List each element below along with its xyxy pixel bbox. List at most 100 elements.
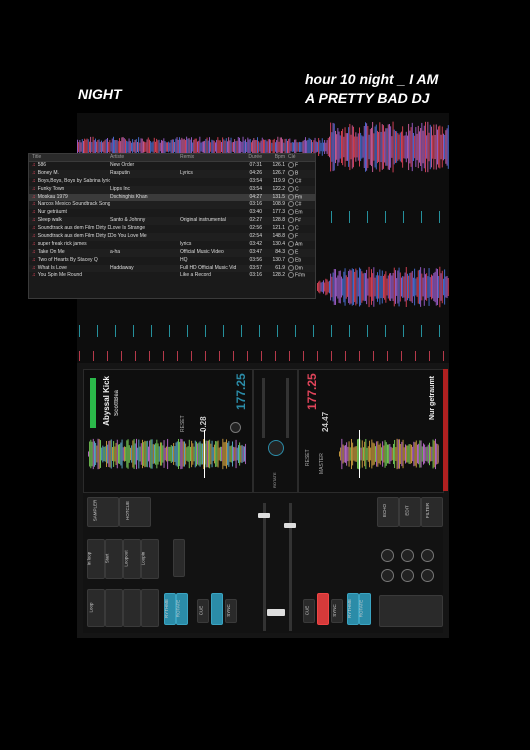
deck-left-waveform[interactable]	[88, 436, 246, 472]
deck-waveform-bar	[205, 440, 207, 468]
deck-waveform-bar	[109, 440, 111, 468]
track-row[interactable]: ♫Soundtrack aus dem Film Dirty DancingLo…	[29, 225, 315, 233]
waveform-bar	[318, 138, 320, 156]
waveform-bar	[337, 275, 339, 299]
loopin-pad[interactable]: Loopin	[140, 539, 159, 579]
fx-knob-3[interactable]	[421, 549, 434, 562]
waveform-bar	[411, 122, 413, 172]
deck-right-reset[interactable]: RESET	[305, 449, 311, 466]
deck-waveform-bar	[112, 447, 113, 461]
deck-waveform-bar	[145, 441, 147, 467]
track-row[interactable]: ♫ Take On Me a-ha Official Music Video 03:47…	[29, 248, 315, 257]
waveform-bar	[271, 142, 273, 152]
rythme-button-right[interactable]: RYTHME	[347, 593, 359, 625]
in-loop-pad[interactable]: In loop	[86, 539, 105, 579]
track-row[interactable]: ♫ super freak rick james lyrics 03:42 130.4 A…	[29, 240, 315, 249]
col-duration[interactable]: Durée	[236, 154, 265, 161]
deck-waveform-bar	[118, 444, 119, 464]
loopout-pad[interactable]: Loopout	[123, 539, 141, 579]
track-row[interactable]: ♫ Funky Town Lipps Inc 03:54 122.2 C	[29, 185, 315, 194]
deck-left-reset[interactable]: RESET	[180, 415, 186, 432]
deck-waveform-bar	[360, 447, 362, 461]
hotcue-button[interactable]: HOTCUE	[119, 497, 151, 527]
track-row[interactable]: ♫ Moskau 1979 Dschinghis Khan 04:27 131.5 Fm	[29, 193, 315, 202]
play-button-right[interactable]	[317, 593, 329, 625]
track-row[interactable]: ♫ 586 New Order 07:31 126.1 F	[29, 162, 315, 170]
col-title[interactable]: Title	[29, 154, 110, 161]
track-row[interactable]: ♫ Boney M. Rasputin Lyrics 04:26 126.7 B	[29, 169, 315, 178]
waveform-bar	[229, 140, 231, 154]
waveform-bar	[164, 141, 166, 153]
deck-right-waveform[interactable]	[339, 436, 439, 472]
fx-knob-5[interactable]	[401, 569, 414, 582]
deck-left[interactable]: Abyssal Kick ScottBea 177.25 0.28 RESET	[83, 369, 253, 493]
track-row[interactable]: ♫Soundtrack aus dem Film Dirty DancingDo…	[29, 233, 315, 241]
deck-right-master[interactable]: MASTER	[319, 453, 325, 474]
deck-waveform-bar	[143, 442, 145, 466]
track-browser[interactable]: Title Artiste Remix Durée Bpm Clé ♫ 586 Ne…	[28, 153, 316, 299]
loop-pad[interactable]: Loop	[87, 589, 105, 627]
waveform-bar	[275, 142, 276, 152]
track-row[interactable]: ♫ What Is Love Haddaway Full HD Official Mu…	[29, 264, 315, 273]
crossfader-knob[interactable]	[268, 440, 284, 456]
fx-knob-4[interactable]	[381, 569, 394, 582]
rythme-button-left[interactable]: RYTHME	[164, 593, 176, 625]
filter-button[interactable]: FILTER	[421, 497, 443, 527]
rotate-button-left[interactable]: ROTATE	[175, 593, 188, 625]
deck-right-bpm: 177.25	[305, 373, 319, 410]
crossfader[interactable]	[267, 609, 285, 616]
sampler-button[interactable]: SAMPLER	[87, 497, 119, 527]
fader-b[interactable]	[284, 523, 296, 528]
sync-button-right[interactable]: SYNC	[331, 599, 343, 623]
fx-knob-6[interactable]	[421, 569, 434, 582]
deck-waveform-bar	[116, 439, 118, 469]
waveform-bar	[401, 277, 402, 297]
deck-left-jog-knob[interactable]	[230, 422, 241, 433]
col-bpm[interactable]: Bpm	[265, 154, 288, 161]
echo-button[interactable]: ECHO	[377, 497, 399, 527]
deck-waveform-bar	[340, 447, 342, 461]
track-row[interactable]: ♫ You Spin Me Round Like a Record 03:16 128.…	[29, 272, 315, 280]
col-artist[interactable]: Artiste	[110, 154, 180, 161]
track-row[interactable]: ♫Narcos Mexico Soundtrack Song #14 Pr 03:…	[29, 201, 315, 210]
play-button-left[interactable]	[211, 593, 223, 625]
deck-waveform-bar	[245, 443, 246, 465]
fx-knob-2[interactable]	[401, 549, 414, 562]
waveform-bar	[331, 276, 333, 298]
pad-empty-3[interactable]	[141, 589, 159, 627]
transport-left-1[interactable]	[173, 539, 185, 577]
cue-button-right[interactable]: CUE	[303, 599, 315, 623]
fx-knob-1[interactable]	[381, 549, 394, 562]
track-remix: Full HD Official Music Video	[180, 264, 236, 271]
track-bpm: 61.9	[275, 264, 285, 271]
track-key-text: Fm	[295, 193, 303, 200]
waveform-bar	[338, 271, 340, 303]
track-row[interactable]: ♫ Two of Hearts By Stacey Q HQ 03:56 130.7 Eb	[29, 256, 315, 265]
track-key: Dm	[288, 264, 312, 273]
sync-button-left[interactable]: SYNC	[225, 599, 237, 623]
waveform-bar	[329, 136, 330, 158]
deck-waveform-bar	[221, 446, 223, 462]
track-row[interactable]: ♫ Boys,Boys, Boys by Sabrina lyrics 03:54 1…	[29, 177, 315, 186]
rotate-button-right[interactable]: ROTATE	[358, 593, 371, 625]
deck-right[interactable]: 177.25 24.47 RESET MASTER Nur getraumt	[298, 369, 444, 493]
fader-a[interactable]	[258, 513, 270, 518]
track-artist: Haddaway	[110, 264, 134, 271]
cue-button-left[interactable]: CUE	[197, 599, 209, 623]
track-key-text: E	[295, 249, 299, 256]
track-row[interactable]: ♫ Sleep walk Santo & Johnny Original instru…	[29, 217, 315, 226]
edit-button[interactable]: EDIT	[399, 497, 421, 527]
fx-slot-row[interactable]	[379, 595, 443, 627]
col-key[interactable]: Clé	[288, 154, 312, 161]
waveform-bar	[353, 126, 354, 168]
waveform-bar	[426, 135, 428, 159]
start-pad[interactable]: Start	[104, 539, 123, 579]
col-remix[interactable]: Remix	[180, 154, 236, 161]
waveform-bar	[300, 142, 302, 152]
track-row[interactable]: ♫ Nur geträumt 03:40 177.3 Em	[29, 209, 315, 217]
waveform-bar	[379, 122, 381, 172]
waveform-bar	[331, 132, 333, 162]
pad-empty-2[interactable]	[123, 589, 141, 627]
key-circle-icon	[288, 264, 294, 271]
pad-empty-1[interactable]	[105, 589, 123, 627]
